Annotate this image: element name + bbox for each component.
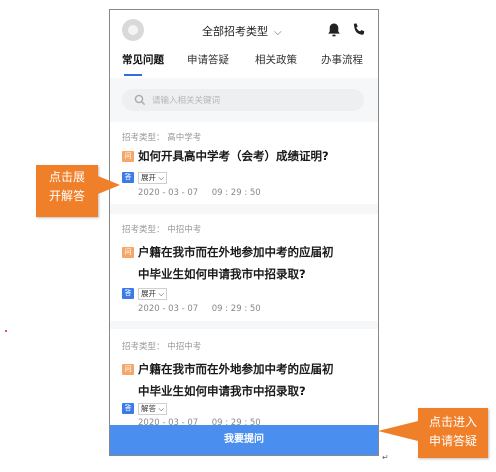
question-text-line-1[interactable]: 户籍在我市而在外地参加中考的应届初	[138, 361, 334, 377]
question-badge: 问	[122, 364, 134, 375]
question-text-line-2[interactable]: 中毕业生如何申请我市中招录取?	[138, 266, 306, 282]
chevron-down-icon: ⌵	[274, 27, 282, 38]
search-icon	[134, 94, 146, 106]
callout-ask-question: 点击进入 申请答疑	[418, 408, 488, 458]
question-badge: 问	[122, 247, 134, 258]
question-badge: 问	[122, 151, 134, 162]
ask-question-button[interactable]: 我要提问	[110, 425, 378, 455]
answer-badge: 答	[122, 403, 134, 414]
bell-icon[interactable]	[326, 22, 342, 38]
tab-application-qa[interactable]: 申请答疑	[187, 52, 229, 67]
callout-line: 点击展	[48, 170, 85, 184]
avatar[interactable]	[122, 19, 144, 41]
active-tab-indicator	[124, 74, 142, 76]
answer-badge: 答	[122, 172, 134, 183]
callout-arrow	[98, 176, 120, 194]
tab-related-policies[interactable]: 相关政策	[255, 52, 297, 67]
question-text[interactable]: 如何开具高中学考（会考）成绩证明?	[138, 148, 329, 164]
expand-answer-button[interactable]: 展开 ⌵	[138, 172, 168, 184]
phone-icon[interactable]	[351, 22, 367, 38]
search-placeholder: 请输入相关关键词	[152, 96, 221, 106]
return-mark: ↵	[382, 453, 389, 462]
category-label: 招考类型： 高中学考	[122, 133, 202, 143]
phone-screen: 全部招考类型 ⌵ 常见问题 申请答疑 相关政策 办事流程 请输入相关关键词 招考类…	[109, 9, 379, 456]
answer-badge: 答	[122, 288, 134, 299]
question-card[interactable]: 招考类型： 中招中考 问 户籍在我市而在外地参加中考的应届初 中毕业生如何申请我…	[110, 329, 378, 428]
question-card[interactable]: 招考类型： 高中学考 问 如何开具高中学考（会考）成绩证明? 答 展开 ⌵ 20…	[110, 122, 378, 204]
callout-line: 申请答疑	[428, 434, 477, 448]
category-label: 招考类型： 中招中考	[122, 342, 202, 352]
stray-mark	[5, 330, 7, 332]
callout-arrow	[378, 421, 418, 441]
top-bar: 全部招考类型 ⌵	[110, 10, 378, 50]
category-label: 招考类型： 中招中考	[122, 225, 202, 235]
callout-expand-answer: 点击展 开解答	[36, 165, 98, 217]
category-filter[interactable]: 全部招考类型 ⌵	[202, 23, 282, 39]
tab-common-questions[interactable]: 常见问题	[122, 52, 164, 67]
search-input[interactable]: 请输入相关关键词	[122, 89, 364, 111]
question-text-line-1[interactable]: 户籍在我市而在外地参加中考的应届初	[138, 244, 334, 260]
question-datetime: 2020 - 03 - 07 09 : 29 : 50	[138, 304, 261, 314]
category-filter-label: 全部招考类型	[202, 25, 268, 38]
tab-bar: 常见问题 申请答疑 相关政策 办事流程	[110, 52, 378, 78]
expand-answer-button[interactable]: 展开 ⌵	[138, 288, 168, 300]
callout-line: 点击进入	[428, 415, 477, 429]
expand-answer-button[interactable]: 解答 ⌵	[138, 403, 168, 415]
question-text-line-2[interactable]: 中毕业生如何申请我市中招录取?	[138, 383, 306, 399]
question-list: 请输入相关关键词 招考类型： 高中学考 问 如何开具高中学考（会考）成绩证明? …	[110, 78, 378, 428]
question-datetime: 2020 - 03 - 07 09 : 29 : 50	[138, 188, 261, 198]
tab-procedures[interactable]: 办事流程	[321, 52, 363, 67]
question-card[interactable]: 招考类型： 中招中考 问 户籍在我市而在外地参加中考的应届初 中毕业生如何申请我…	[110, 214, 378, 321]
callout-line: 开解答	[48, 189, 85, 203]
